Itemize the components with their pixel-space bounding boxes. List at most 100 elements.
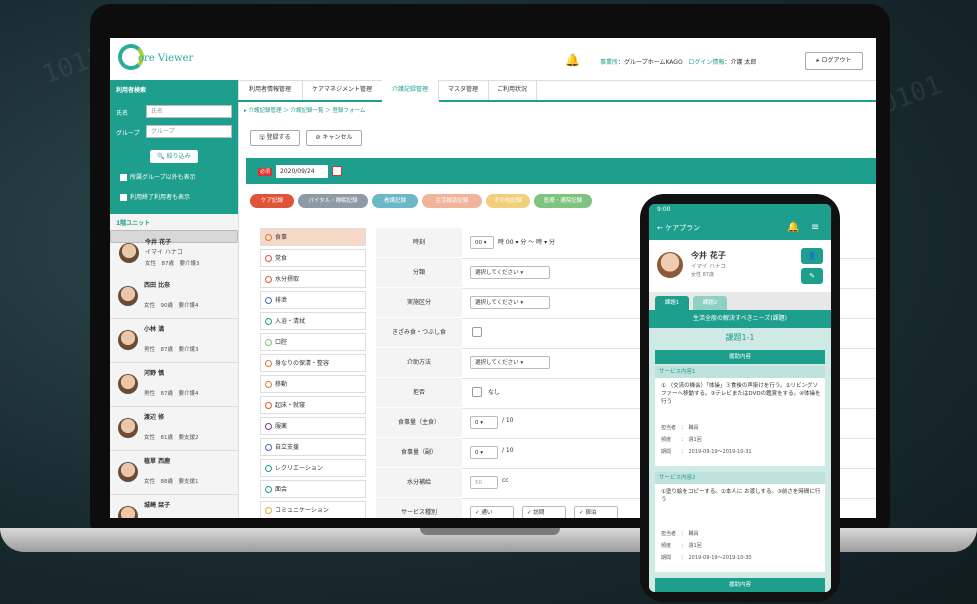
- sidebar: 利用者検索 氏名 氏名 グループ グループ 🔍 絞り込み 所属グループ以外も表示…: [110, 80, 239, 518]
- record-item[interactable]: 起床・就寝: [260, 396, 366, 414]
- resident-item[interactable]: 植草 西鹿 女性 88歳 要支援1: [110, 450, 238, 495]
- tab-master[interactable]: マスタ管理: [438, 80, 489, 100]
- category-pill[interactable]: その他記録: [486, 194, 530, 208]
- register-button[interactable]: 🖫 登録する: [250, 130, 300, 146]
- required-badge: 必須: [258, 168, 272, 176]
- tab-user-info[interactable]: 利用者情報管理: [238, 80, 303, 100]
- edit-icon[interactable]: ✎: [801, 268, 823, 284]
- phone-section-head: 援助内容: [655, 350, 825, 364]
- tab-care-management[interactable]: ケアマネジメント管理: [302, 80, 383, 100]
- phone-body: 課題1-1 援助内容 サービス内容1 ① （交流の機会）「体操」３食後の声掛けを…: [649, 328, 831, 592]
- avatar: [119, 243, 139, 263]
- water-label: 水分補給: [376, 468, 462, 497]
- mince-label: きざみ食・つぶし食: [376, 318, 462, 347]
- record-item[interactable]: 移動: [260, 375, 366, 393]
- phone-service-label: サービス内容2: [655, 472, 825, 484]
- phone-kv: 頻度 ： 週1回: [661, 543, 702, 549]
- section-label: 実施区分: [376, 288, 462, 317]
- category-pill[interactable]: バイタル・睡眠記録: [298, 194, 368, 208]
- record-item[interactable]: 身なりの保清・整容: [260, 354, 366, 372]
- phone-resident-name: 今井 花子: [691, 251, 726, 260]
- resident-item[interactable]: 城崎 栞子: [110, 494, 238, 518]
- water-input[interactable]: 50: [470, 476, 498, 489]
- group-input[interactable]: グループ: [146, 125, 232, 138]
- resident-meta: 男性 87歳 要介護4: [144, 391, 199, 397]
- record-item[interactable]: 食事: [260, 228, 366, 246]
- resident-name: 河野 慎: [144, 370, 165, 377]
- record-item[interactable]: 排泄: [260, 291, 366, 309]
- service-option[interactable]: ✓ 訪問: [522, 506, 566, 518]
- breadcrumb[interactable]: ▸ 介護記録管理 ＞ 介護記録一覧 ＞ 登録フォーム: [244, 106, 365, 114]
- main-amount-select[interactable]: 0 ▾: [470, 416, 498, 429]
- phone-service-text: ① （交流の機会）「体操」３食後の声掛けを行う。②リビングソファーへ移動する。③…: [661, 383, 821, 405]
- date-input[interactable]: 2020/09/24: [276, 165, 328, 178]
- phone-profile: 今井 花子 イマイ ハナコ 女性 87歳 👤 ✎: [649, 240, 831, 292]
- avatar: [118, 418, 138, 438]
- avatar: [657, 252, 683, 278]
- kind-label: 分類: [376, 258, 462, 287]
- app-logo[interactable]: ore Viewer: [118, 44, 193, 74]
- chk-ended[interactable]: 利用終了利用者も表示: [120, 192, 190, 201]
- checkbox-icon[interactable]: [120, 194, 127, 201]
- time-label: 時刻: [376, 228, 462, 257]
- side-amount-label: 食事量（副）: [376, 438, 462, 467]
- bell-icon[interactable]: 🔔: [565, 53, 580, 67]
- record-item[interactable]: 面会: [260, 480, 366, 498]
- category-pill[interactable]: ケア記録: [250, 194, 294, 208]
- avatar: [118, 330, 138, 350]
- section-select[interactable]: 選択してください ▾: [470, 296, 550, 309]
- cancel-button[interactable]: ⊘ キャンセル: [306, 130, 362, 146]
- avatar: [118, 462, 138, 482]
- service-option[interactable]: ✓ 通い: [470, 506, 514, 518]
- category-pill[interactable]: 看護記録: [372, 194, 418, 208]
- record-item[interactable]: 服薬: [260, 417, 366, 435]
- resident-item[interactable]: 小林 満男性 87歳 要介護3: [110, 318, 238, 363]
- record-item[interactable]: 自立支援: [260, 438, 366, 456]
- refuse-checkbox[interactable]: [472, 387, 482, 397]
- resident-item[interactable]: 西田 比奈 女性 90歳 要介護4: [110, 274, 238, 319]
- mince-checkbox[interactable]: [472, 327, 482, 337]
- tab-care-records[interactable]: 介護記録管理: [382, 80, 439, 102]
- phone-tab-issue2[interactable]: 課題2: [693, 296, 727, 310]
- phone-service-text: ①塗り絵をコピーする。②本人に お渡しする。③前さを時間に行う: [661, 489, 821, 503]
- record-item[interactable]: 水分摂取: [260, 270, 366, 288]
- checkbox-icon[interactable]: [120, 174, 127, 181]
- facility-label: 事業所: [600, 59, 619, 66]
- kind-select[interactable]: 選択してください ▾: [470, 266, 550, 279]
- resident-item[interactable]: 今井 花子 イマイ ハナコ 女性 87歳 要介護3: [110, 230, 238, 267]
- record-item[interactable]: 覚食: [260, 249, 366, 267]
- phone-title[interactable]: ← ケアプラン: [657, 216, 700, 240]
- resident-item[interactable]: 河野 慎男性 87歳 要介護4: [110, 362, 238, 407]
- resident-item[interactable]: 渡辺 修女性 81歳 要支援2: [110, 406, 238, 451]
- name-input[interactable]: 氏名: [146, 105, 232, 118]
- avatar: [118, 286, 138, 306]
- record-item[interactable]: コミュニケーション: [260, 501, 366, 518]
- side-amount-select[interactable]: 0 ▾: [470, 446, 498, 459]
- tab-usage[interactable]: ご利用状況: [488, 80, 537, 100]
- time-selects[interactable]: 時 00 ▾ 分 〜 時 ▾ 分: [498, 237, 555, 246]
- user-value: ：介護 太郎: [724, 59, 757, 66]
- bell-icon[interactable]: 🔔: [787, 216, 799, 240]
- resident-name: 植草 西鹿: [144, 458, 171, 465]
- logout-button[interactable]: ▸ ログアウト: [805, 52, 863, 70]
- phone-status-time: 9:00: [649, 204, 831, 216]
- hour-select[interactable]: 00 ▾: [470, 236, 494, 249]
- phone-service-label: サービス内容1: [655, 366, 825, 378]
- phone-needs-band[interactable]: 生活全般の解決すべきニーズ(課題): [649, 310, 831, 328]
- chk-other-group[interactable]: 所属グループ以外も表示: [120, 172, 196, 181]
- phone-tab-issue1[interactable]: 課題1: [655, 296, 689, 310]
- user-info-icon[interactable]: 👤: [801, 248, 823, 264]
- assist-select[interactable]: 選択してください ▾: [470, 356, 550, 369]
- filter-button[interactable]: 🔍 絞り込み: [150, 150, 198, 163]
- menu-icon[interactable]: ≡: [811, 216, 819, 240]
- search-panel: 利用者検索 氏名 氏名 グループ グループ 🔍 絞り込み 所属グループ以外も表示…: [110, 80, 238, 214]
- record-item[interactable]: 入浴・清拭: [260, 312, 366, 330]
- phone-issue-title: 課題1-1: [725, 333, 755, 342]
- category-pill[interactable]: 生活援助記録: [422, 194, 482, 208]
- category-pill[interactable]: 医療・通院記録: [534, 194, 592, 208]
- calendar-icon[interactable]: [332, 166, 342, 176]
- record-item[interactable]: 口腔: [260, 333, 366, 351]
- service-option[interactable]: ✓ 宿泊: [574, 506, 618, 518]
- header-info: 事業所：グループホームKAGO ログイン情報：介護 太郎: [600, 57, 756, 66]
- record-item[interactable]: レクリエーション: [260, 459, 366, 477]
